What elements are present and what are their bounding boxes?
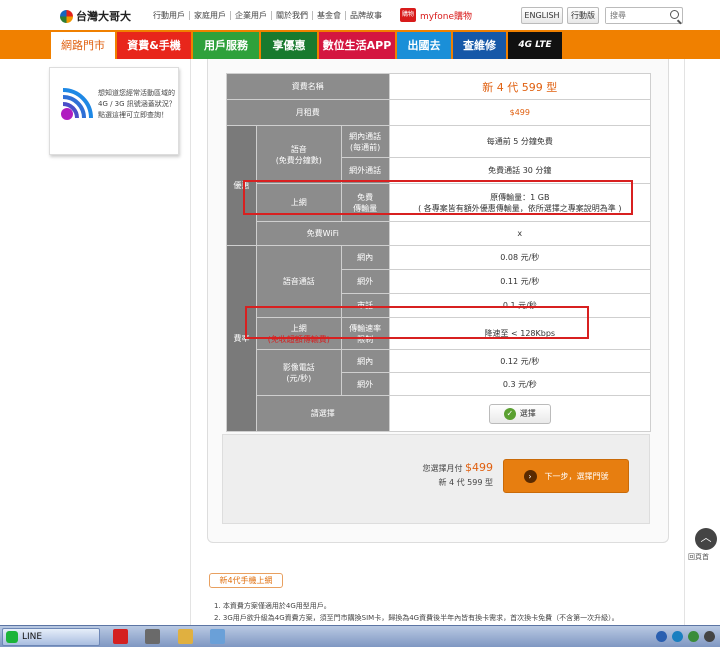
highlight-box-data-allowance — [243, 180, 633, 215]
voice-onnet-value: 0.08 元/秒 — [388, 245, 652, 270]
search-icon[interactable] — [670, 10, 679, 19]
top-header: 台灣大哥大 行動用戶 家庭用戶 企業用戶 關於我們 基金會 品牌故事 購物 my… — [0, 0, 720, 30]
back-to-top-label[interactable]: 回頁首 — [688, 552, 709, 562]
mobile-version-button[interactable]: 行動版 — [567, 7, 599, 24]
coverage-card-text: 想知道您經常活動區域的 4G / 3G 訊號涵蓋狀況？點選這裡可立即查詢！ — [98, 89, 176, 119]
nav-repair[interactable]: 查維修 — [453, 32, 506, 59]
top-link-brand-story[interactable]: 品牌故事 — [346, 11, 386, 20]
order-summary: 您選擇月付 $499 新 4 代 599 型 › 下一步，選擇門號 — [222, 434, 650, 524]
myfone-link[interactable]: 購物 myfone購物 — [400, 8, 472, 22]
tray-icon-2[interactable] — [672, 631, 683, 642]
top-link-business[interactable]: 企業用戶 — [231, 11, 272, 20]
back-to-top-button[interactable]: ︿ — [695, 528, 717, 550]
voice-offnet-value: 0.11 元/秒 — [388, 269, 652, 294]
video-offnet-value: 0.3 元/秒 — [388, 372, 652, 396]
top-link-home[interactable]: 家庭用戶 — [190, 11, 231, 20]
english-button[interactable]: ENGLISH — [521, 7, 563, 24]
monthly-fee-value: $499 — [388, 99, 652, 126]
os-taskbar: LINE — [0, 625, 720, 647]
nav-travel[interactable]: 出國去 — [397, 32, 451, 59]
summary-plan: 新 4 代 599 型 — [438, 478, 493, 487]
notice-line-1: 1. 本資費方案僅適用於4G用型用戶。 — [214, 602, 331, 610]
notice-line-2: 2. 3G用戶欲升級為4G資費方案，須至門市購換SIM卡，歸換為4G資費後半年內… — [214, 614, 619, 622]
summary-price: $499 — [465, 461, 493, 474]
highlight-box-speed-limit — [245, 306, 589, 339]
chevron-up-icon: ︿ — [700, 531, 712, 544]
nav-plans-phones[interactable]: 資費&手機 — [117, 32, 191, 59]
taskbar-app-icon-1[interactable] — [113, 629, 128, 644]
nav-offers[interactable]: 享優惠 — [261, 32, 317, 59]
line-app-icon — [6, 631, 18, 643]
video-offnet-label: 網外 — [340, 372, 390, 396]
help-tray-icon[interactable] — [656, 631, 667, 642]
arrow-right-icon: › — [523, 469, 537, 483]
taskbar-folder-icon[interactable] — [178, 629, 193, 644]
taskbar-app-icon-2[interactable] — [145, 629, 160, 644]
brand-logo[interactable]: 台灣大哥大 — [60, 8, 131, 24]
summary-prefix: 您選擇月付 — [422, 464, 463, 473]
main-nav: 網路門市 資費&手機 用戶服務 享優惠 數位生活APP 出國去 查維修 4G L… — [0, 30, 720, 59]
monthly-fee-label: 月租費 — [226, 99, 390, 126]
wifi-signal-icon — [61, 88, 93, 120]
select-plan-button[interactable]: ✓ 選擇 — [488, 403, 551, 424]
brand-name: 台灣大哥大 — [76, 10, 131, 23]
network-tray-icon[interactable] — [688, 631, 699, 642]
top-link-mobile[interactable]: 行動用戶 — [149, 11, 190, 20]
notice-title: 新4代手機上網 — [209, 573, 283, 588]
check-icon: ✓ — [503, 407, 516, 420]
choose-cell: ✓ 選擇 — [388, 395, 652, 432]
search-input[interactable] — [606, 8, 666, 23]
taskbar-line-app[interactable]: LINE — [2, 628, 100, 646]
video-onnet-label: 網內 — [340, 349, 390, 373]
top-link-about[interactable]: 關於我們 — [272, 11, 313, 20]
nav-user-service[interactable]: 用戶服務 — [193, 32, 259, 59]
plan-name-value: 新 4 代 599 型 — [388, 73, 652, 100]
video-onnet-value: 0.12 元/秒 — [388, 349, 652, 373]
coverage-card[interactable]: 想知道您經常活動區域的 4G / 3G 訊號涵蓋狀況？點選這裡可立即查詢！ — [49, 67, 179, 155]
nav-online-store[interactable]: 網路門市 — [51, 32, 115, 59]
nav-digital-apps[interactable]: 數位生活APP — [319, 32, 395, 59]
free-wifi-label: 免費WiFi — [255, 221, 390, 246]
video-call-label: 影像電話 (元/秒) — [255, 349, 342, 396]
brand-logo-icon — [60, 9, 73, 23]
voice-onnet-label: 網內 — [340, 245, 390, 270]
taskbar-line-label: LINE — [22, 632, 43, 642]
free-wifi-value: x — [388, 221, 652, 246]
volume-tray-icon[interactable] — [704, 631, 715, 642]
top-links: 行動用戶 家庭用戶 企業用戶 關於我們 基金會 品牌故事 — [149, 11, 386, 20]
search-box — [605, 7, 683, 24]
onnet-call-value: 每通前 5 分鐘免費 — [388, 125, 652, 158]
myfone-label: myfone購物 — [420, 11, 473, 22]
select-plan-label: 選擇 — [519, 409, 536, 418]
top-link-foundation[interactable]: 基金會 — [313, 11, 346, 20]
next-step-label: 下一步，選擇門號 — [544, 471, 609, 481]
choose-label: 請選擇 — [255, 395, 390, 432]
voice-free-label: 語音 (免費分鐘數) — [255, 125, 342, 184]
taskbar-app-icon-4[interactable] — [210, 629, 225, 644]
voice-offnet-label: 網外 — [340, 269, 390, 294]
myfone-badge-icon: 購物 — [400, 8, 416, 22]
nav-4g-lte[interactable]: 4G LTE — [508, 32, 562, 59]
plan-name-label: 資費名稱 — [226, 73, 390, 100]
plan-table: 資費名稱 新 4 代 599 型 月租費 $499 優惠 語音 (免費分鐘數) … — [226, 73, 652, 432]
summary-text: 您選擇月付 $499 新 4 代 599 型 — [422, 461, 493, 490]
next-step-button[interactable]: › 下一步，選擇門號 — [503, 459, 629, 493]
onnet-call-label: 網內通話 (每通前) — [340, 125, 390, 158]
